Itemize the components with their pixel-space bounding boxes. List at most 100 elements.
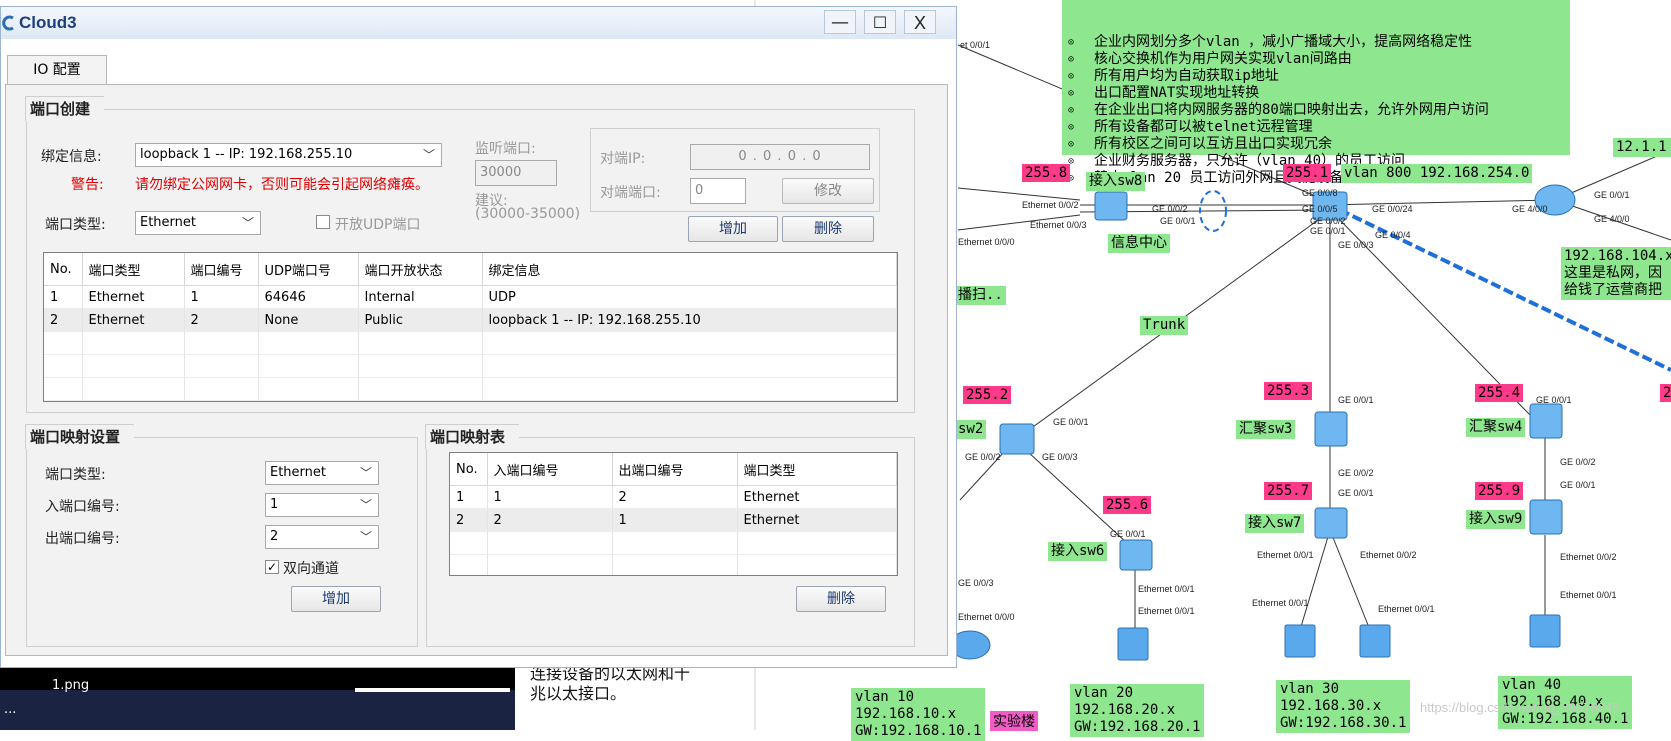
svg-text:GE 0/0/5: GE 0/0/5 — [1302, 204, 1338, 214]
out-port-select[interactable]: 2 ﹀ — [265, 525, 379, 549]
requirement-text: 核心交换机作为用户网关实现vlan间路由 — [1094, 51, 1352, 67]
bidirectional-checkbox[interactable]: ✓ — [265, 560, 279, 574]
col-out-port[interactable]: 出端口编号 — [612, 453, 738, 486]
delete-port-button[interactable]: 删除 — [782, 216, 874, 242]
col-binding[interactable]: 绑定信息 — [482, 253, 897, 286]
table-row[interactable]: 2 Ethernet 2 None Public loopback 1 -- I… — [44, 308, 897, 332]
cell-port-type: Ethernet — [737, 508, 897, 532]
tag-2553: 255.3 — [1264, 382, 1313, 400]
listen-port-input[interactable]: 30000 — [475, 160, 557, 186]
svg-text:GE 0/0/1: GE 0/0/1 — [1338, 488, 1374, 498]
taskbar-file[interactable]: 1.png — [52, 678, 89, 693]
bullet-icon: ⊙ — [1068, 88, 1075, 99]
col-port-number[interactable]: 端口编号 — [184, 253, 259, 286]
delete-mapping-button[interactable]: 删除 — [796, 586, 886, 612]
peer-port-input[interactable]: 0 — [690, 178, 746, 204]
svg-text:GE 0/0/1: GE 0/0/1 — [1310, 226, 1346, 236]
table-row[interactable]: 1 1 2 Ethernet — [450, 485, 897, 509]
svg-text:Ethernet 0/0/2: Ethernet 0/0/2 — [1560, 552, 1617, 562]
svg-text:GE 0/0/2: GE 0/0/2 — [1152, 204, 1188, 214]
tag-2551: 255.1 — [1283, 164, 1332, 182]
requirement-item: ⊙ 在企业出口将内网服务器的80端口映射出去，允许外网用户访问 — [1066, 102, 1566, 119]
requirement-text: 所有校区之间可以互访且出口实现冗余 — [1094, 136, 1332, 152]
map-type-label: 端口类型: — [45, 467, 106, 483]
svg-text:Ethernet 0/0/1: Ethernet 0/0/1 — [1138, 606, 1195, 616]
sw7-label: 接入sw7 — [1245, 514, 1305, 533]
requirement-text: 企业内网划分多个vlan ，减小广播域大小，提高网络稳定性 — [1094, 34, 1473, 50]
chevron-down-icon: ﹀ — [422, 148, 435, 162]
requirement-item: ⊙ 核心交换机作为用户网关实现vlan间路由 — [1066, 51, 1566, 68]
minimize-button[interactable]: — — [824, 10, 856, 34]
cell-udp-port: None — [258, 308, 359, 332]
taskbar: 1.png ... — [0, 668, 515, 730]
sw8-label: 接入sw8 — [1086, 172, 1146, 191]
ip-121-label: 12.1.1 — [1613, 138, 1671, 157]
open-udp-checkbox[interactable] — [316, 215, 330, 229]
col-udp-port[interactable]: UDP端口号 — [258, 253, 359, 286]
lab-building-label: 实验楼 — [990, 711, 1038, 731]
tab-io-config[interactable]: IO 配置 — [7, 55, 107, 85]
requirement-text: 所有设备都可以被telnet远程管理 — [1094, 119, 1313, 135]
requirement-item: ⊙ 所有校区之间可以互访且出口实现冗余 — [1066, 136, 1566, 153]
col-no[interactable]: No. — [44, 253, 83, 286]
cell-in-port: 1 — [487, 485, 613, 509]
mapping-table-legend: 端口映射表 — [425, 424, 520, 449]
empty-row — [44, 400, 897, 401]
port-mapping-legend: 端口映射设置 — [25, 424, 135, 449]
col-open-state[interactable]: 端口开放状态 — [358, 253, 483, 286]
table-row[interactable]: 1 Ethernet 1 64646 Internal UDP — [44, 285, 897, 309]
table-row[interactable]: 2 2 1 Ethernet — [450, 508, 897, 532]
col-port-type[interactable]: 端口类型 — [737, 453, 897, 486]
svg-text:GE 0/0/3: GE 0/0/3 — [958, 578, 994, 588]
warning-label: 警告: — [71, 177, 104, 193]
map-type-select[interactable]: Ethernet ﹀ — [265, 461, 379, 485]
col-no[interactable]: No. — [450, 453, 488, 486]
modify-button[interactable]: 修改 — [782, 178, 874, 204]
bullet-icon: ⊙ — [1068, 122, 1075, 133]
sw9-label: 接入sw9 — [1466, 510, 1526, 529]
maximize-button[interactable]: ☐ — [864, 10, 896, 34]
io-config-page: 端口创建 绑定信息: loopback 1 -- IP: 192.168.255… — [5, 84, 948, 656]
add-port-button[interactable]: 增加 — [688, 216, 778, 242]
warning-text: 请勿绑定公网网卡，否则可能会引起网络瘫痪。 — [135, 177, 429, 193]
cell-no: 1 — [450, 485, 488, 509]
chevron-down-icon: ﹀ — [359, 498, 372, 512]
svg-text:GE 4/0/0: GE 4/0/0 — [1512, 204, 1548, 214]
bind-info-select[interactable]: loopback 1 -- IP: 192.168.255.10 ﹀ — [135, 143, 442, 167]
svg-text:GE 0/0/4: GE 0/0/4 — [1375, 230, 1411, 240]
sw6-label: 接入sw6 — [1048, 542, 1108, 561]
peer-ip-input[interactable]: 0 . 0 . 0 . 0 — [690, 144, 870, 170]
info-center-label: 信息中心 — [1108, 234, 1170, 253]
vlan10-note: vlan 10 192.168.10.x GW:192.168.10.1 — [851, 688, 986, 741]
empty-row — [44, 354, 897, 378]
close-button[interactable]: X — [904, 10, 936, 34]
tag-2558: 255.8 — [1022, 164, 1071, 182]
bullet-icon: ⊙ — [1068, 156, 1075, 167]
cell-binding: UDP — [482, 285, 897, 309]
add-mapping-button[interactable]: 增加 — [291, 586, 381, 612]
mapping-table-group: 端口映射表 No. 入端口编号 出端口编号 端口类型 1 1 2 Etherne… — [425, 424, 915, 647]
port-table: No. 端口类型 端口编号 UDP端口号 端口开放状态 绑定信息 1 Ether… — [43, 252, 898, 402]
chevron-down-icon: ﹀ — [241, 216, 254, 230]
port-mapping-group: 端口映射设置 端口类型: Ethernet ﹀ 入端口编号: 1 ﹀ 出端口编号: … — [25, 424, 418, 647]
cell-port-type: Ethernet — [82, 308, 185, 332]
chevron-down-icon: ﹀ — [359, 466, 372, 480]
sw2-label: sw2 — [955, 420, 987, 439]
cell-no: 2 — [450, 508, 488, 532]
svg-text:GE 0/0/1: GE 0/0/1 — [1560, 480, 1596, 490]
in-port-label: 入端口编号: — [45, 499, 120, 515]
mapping-table-header: No. 入端口编号 出端口编号 端口类型 — [450, 453, 897, 486]
cell-in-port: 2 — [487, 508, 613, 532]
in-port-select[interactable]: 1 ﹀ — [265, 493, 379, 517]
col-port-type[interactable]: 端口类型 — [82, 253, 185, 286]
requirement-text: 所有用户均为自动获取ip地址 — [1094, 68, 1279, 84]
svg-text:Ethernet 0/0/1: Ethernet 0/0/1 — [1252, 598, 1309, 608]
tag-255x: 25 — [1660, 384, 1671, 402]
title-bar[interactable]: Cloud3 — ☐ X — [1, 7, 956, 39]
port-type-select[interactable]: Ethernet ﹀ — [135, 211, 261, 235]
cell-port-type: Ethernet — [82, 285, 185, 309]
svg-text:Ethernet 0/0/1: Ethernet 0/0/1 — [1378, 604, 1435, 614]
cell-port-type: Ethernet — [737, 485, 897, 509]
taskbar-more: ... — [4, 702, 17, 717]
col-in-port[interactable]: 入端口编号 — [487, 453, 613, 486]
